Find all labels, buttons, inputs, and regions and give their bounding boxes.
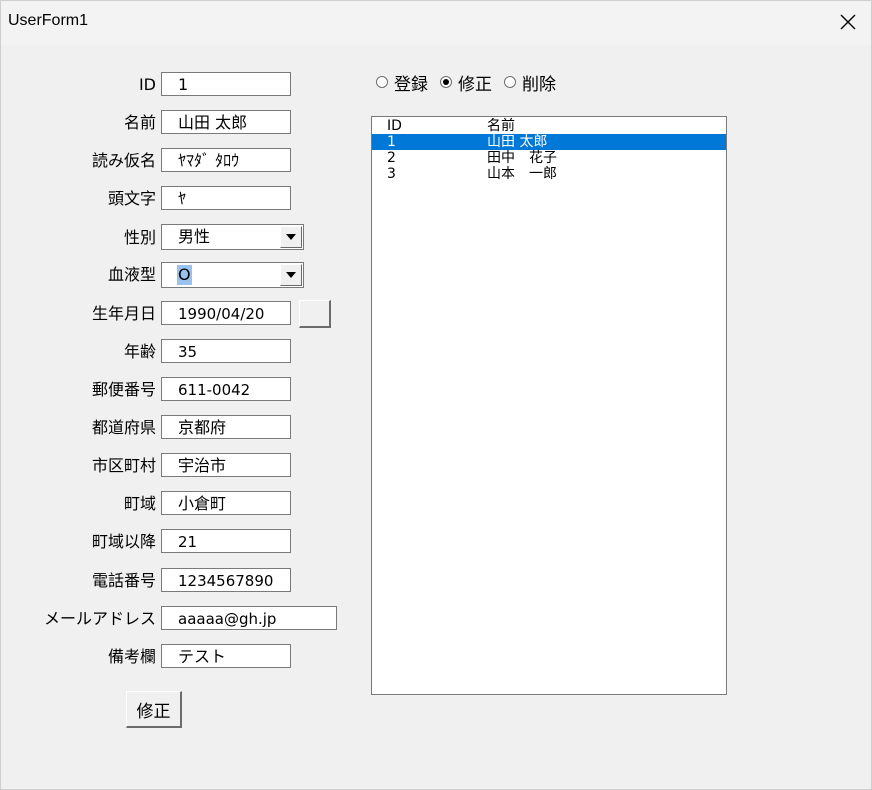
id-input[interactable]: 1 <box>161 72 291 96</box>
birthdate-input[interactable]: 1990/04/20 <box>161 301 291 325</box>
age-input[interactable]: 35 <box>161 339 291 363</box>
label-id: ID <box>138 75 156 94</box>
close-button[interactable] <box>831 7 865 37</box>
list-header: ID 名前 <box>372 118 726 134</box>
email-input[interactable]: aaaaa@gh.jp <box>161 606 337 630</box>
radio-delete[interactable]: 削除 <box>504 70 556 95</box>
radio-circle-selected-icon <box>440 76 452 88</box>
label-city: 市区町村 <box>91 456 156 475</box>
dropdown-arrow-icon <box>286 234 296 240</box>
label-email: メールアドレス <box>43 609 156 628</box>
list-item[interactable]: 1 山田 太郎 <box>372 134 726 150</box>
radio-register-label: 登録 <box>394 74 428 95</box>
dropdown-arrow-icon <box>286 272 296 278</box>
label-initial: 頭文字 <box>107 189 156 208</box>
notes-input[interactable]: テスト <box>161 644 291 668</box>
date-picker-button[interactable] <box>299 300 331 328</box>
list-item-id: 3 <box>387 166 396 182</box>
label-prefecture: 都道府県 <box>91 418 156 437</box>
list-item-name: 山本 一郎 <box>487 166 557 182</box>
window-title: UserForm1 <box>8 12 89 29</box>
label-town: 町域 <box>123 494 156 513</box>
radio-delete-label: 削除 <box>522 74 556 95</box>
label-notes: 備考欄 <box>107 647 156 666</box>
radio-circle-icon <box>504 76 516 88</box>
list-item[interactable]: 3 山本 一郎 <box>372 166 726 182</box>
radio-register[interactable]: 登録 <box>376 70 428 95</box>
record-listbox[interactable]: ID 名前 1 山田 太郎 2 田中 花子 3 山本 一郎 <box>371 116 727 695</box>
list-item[interactable]: 2 田中 花子 <box>372 150 726 166</box>
title-bar: UserForm1 <box>1 1 871 45</box>
list-header-id: ID <box>387 118 402 134</box>
name-input[interactable]: 山田 太郎 <box>161 110 291 134</box>
gender-value: 男性 <box>178 227 211 246</box>
phone-input[interactable]: 1234567890 <box>161 568 291 592</box>
postal-code-input[interactable]: 611-0042 <box>161 377 291 401</box>
blood-type-dropdown-button[interactable] <box>280 264 302 286</box>
list-item-name: 田中 花子 <box>487 150 557 166</box>
blood-type-combo[interactable]: O <box>161 262 304 288</box>
label-postal-code: 郵便番号 <box>91 380 156 399</box>
radio-circle-icon <box>376 76 388 88</box>
list-item-id: 1 <box>387 134 396 150</box>
city-input[interactable]: 宇治市 <box>161 453 291 477</box>
label-address-rest: 町域以降 <box>91 532 156 551</box>
submit-button[interactable]: 修正 <box>126 691 182 728</box>
list-item-id: 2 <box>387 150 396 166</box>
label-blood-type: 血液型 <box>107 265 156 284</box>
radio-edit-label: 修正 <box>458 74 492 95</box>
mode-radio-group: 登録 修正 削除 <box>376 70 568 95</box>
list-item-name: 山田 太郎 <box>487 134 548 150</box>
label-name: 名前 <box>123 113 156 132</box>
address-rest-input[interactable]: 21 <box>161 529 291 553</box>
list-header-name: 名前 <box>487 118 515 134</box>
radio-edit[interactable]: 修正 <box>440 70 492 95</box>
gender-dropdown-button[interactable] <box>280 226 302 248</box>
label-age: 年齢 <box>123 342 156 361</box>
kana-input[interactable]: ﾔﾏﾀﾞ ﾀﾛｳ <box>161 148 291 172</box>
initial-input[interactable]: ﾔ <box>161 186 291 210</box>
gender-combo[interactable]: 男性 <box>161 224 304 250</box>
label-birthdate: 生年月日 <box>91 304 156 323</box>
town-input[interactable]: 小倉町 <box>161 491 291 515</box>
close-icon <box>840 14 856 30</box>
label-gender: 性別 <box>123 228 156 247</box>
label-kana: 読み仮名 <box>91 151 156 170</box>
blood-type-value: O <box>177 265 192 285</box>
prefecture-input[interactable]: 京都府 <box>161 415 291 439</box>
label-phone: 電話番号 <box>91 571 156 590</box>
